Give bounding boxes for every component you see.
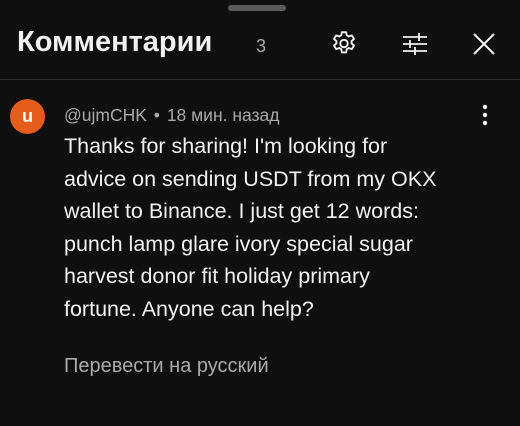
comment-line: Thanks for sharing! I'm looking for (64, 134, 388, 158)
comment-text: Thanks for sharing! I'm looking for advi… (64, 130, 464, 325)
avatar[interactable]: u (10, 99, 45, 134)
comment-menu-button[interactable] (474, 104, 496, 130)
comments-header: Комментарии 3 (0, 0, 520, 80)
comment-line: advice on sending USDT from my OKX (64, 166, 437, 191)
comment-meta: @ujmCHK • 18 мин. назад (64, 105, 280, 126)
translate-link[interactable]: Перевести на русский (64, 355, 269, 378)
more-vert-icon (482, 104, 488, 131)
page-title: Комментарии (17, 26, 213, 58)
header-divider (0, 79, 520, 80)
comment-count: 3 (256, 36, 267, 56)
filter-button[interactable] (398, 27, 432, 61)
comment-line: punch lamp glare ivory special sugar (64, 231, 413, 256)
close-button[interactable] (467, 27, 501, 61)
comment-line: fortune. Anyone can help? (64, 296, 314, 321)
comment-line: harvest donor fit holiday primary (64, 264, 370, 288)
sliders-icon (400, 29, 430, 59)
gear-icon (329, 29, 359, 59)
close-icon (471, 31, 497, 57)
comment-time: 18 мин. назад (166, 105, 280, 125)
comment-line: wallet to Binance. I just get 12 words: (64, 199, 419, 223)
settings-button[interactable] (327, 27, 361, 61)
meta-separator: • (153, 105, 160, 125)
author-name[interactable]: @ujmCHK (64, 105, 147, 125)
